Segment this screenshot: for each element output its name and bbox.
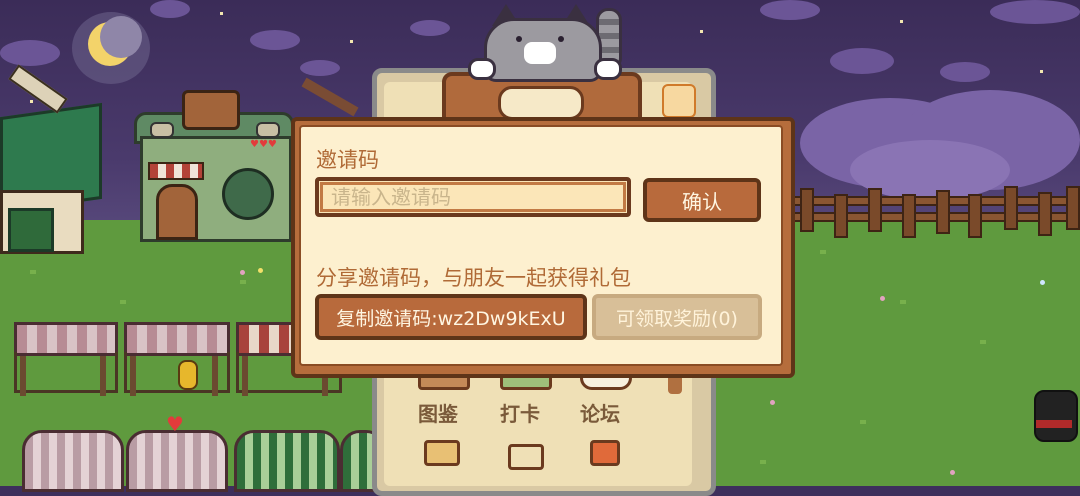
- cat-paw: [468, 58, 496, 80]
- invite-code-input[interactable]: [315, 177, 631, 217]
- heart-icon: ♥♥♥: [250, 139, 277, 150]
- claim-reward-button[interactable]: 可领取奖励(0): [592, 294, 762, 340]
- copy-invite-code-button[interactable]: 复制邀请码:wz2Dw9kExU: [315, 294, 587, 340]
- cat-face: [524, 42, 556, 64]
- menu-board-cloud: [498, 86, 584, 120]
- black-cat-icon[interactable]: [1034, 390, 1078, 442]
- mini-cat-icon[interactable]: [662, 84, 696, 118]
- invite-code-title: 邀请码: [316, 148, 379, 172]
- moon-shadow: [100, 16, 142, 58]
- round-window: [222, 168, 274, 220]
- menu-item-checkin[interactable]: 打卡: [500, 398, 540, 427]
- camera-icon: [182, 90, 240, 130]
- cat-paw: [594, 58, 622, 80]
- menu-item-forum[interactable]: 论坛: [580, 398, 620, 427]
- heart-icon: ♥: [166, 412, 184, 436]
- share-title: 分享邀请码，与朋友一起获得礼包: [316, 266, 631, 290]
- menu-item-book[interactable]: 图鉴: [418, 398, 458, 427]
- black-cat-scarf: [1036, 420, 1072, 428]
- corn-icon: [178, 360, 198, 390]
- confirm-button[interactable]: 确认: [643, 178, 761, 222]
